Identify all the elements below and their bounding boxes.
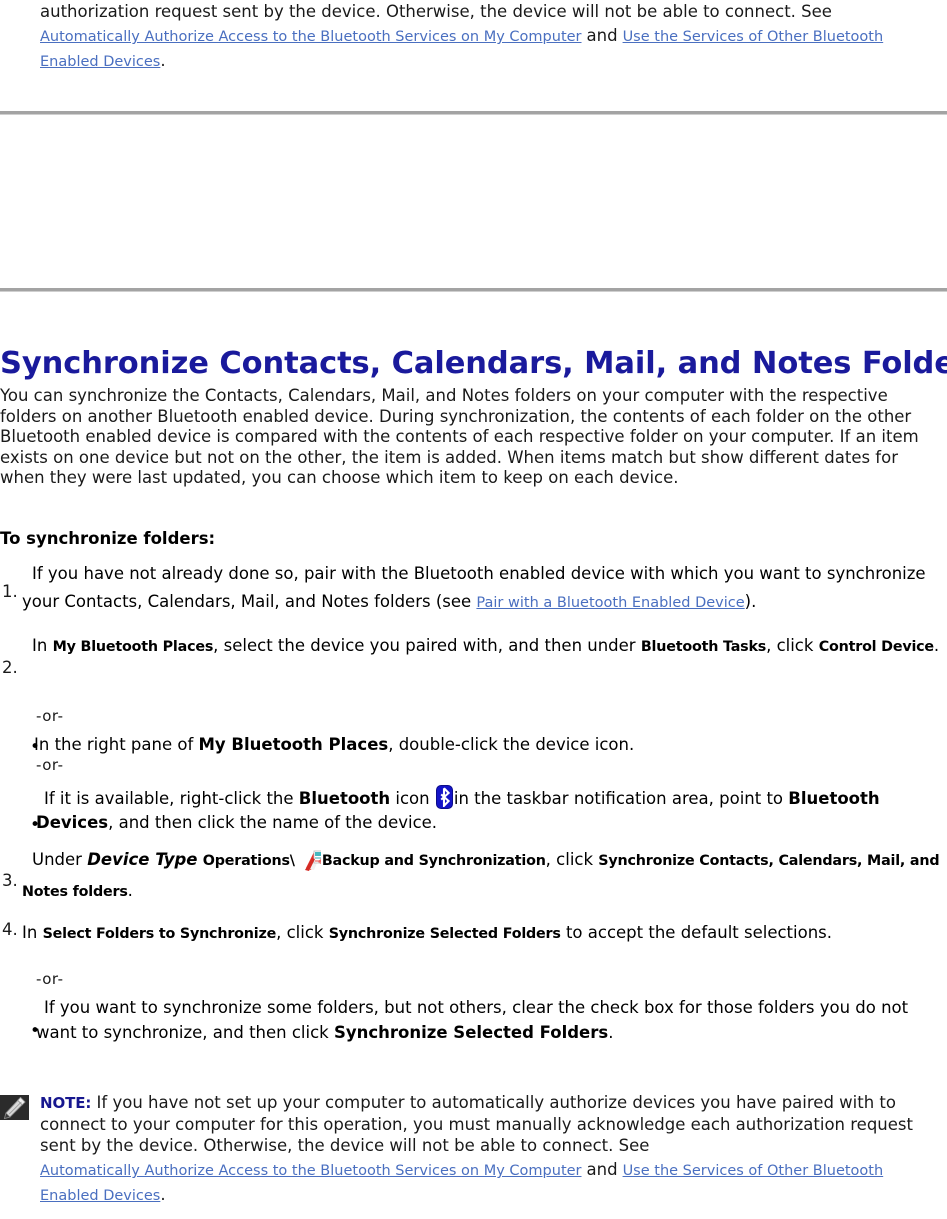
bullet-2-text-c: in the taskbar notification area, point … xyxy=(453,789,789,808)
step-2-text-b: , select the device you paired with, and… xyxy=(213,636,641,655)
intro-paragraph: You can synchronize the Contacts, Calend… xyxy=(0,386,919,487)
step-4-text-b: , click xyxy=(276,923,329,942)
step-2-text-c: , click xyxy=(766,636,819,655)
step-2-marker: 2. xyxy=(2,658,18,677)
top-note-text: authorization request sent by the device… xyxy=(40,0,930,74)
ui-label-backup-and-synchronization: Backup and Synchronization xyxy=(321,853,546,869)
step-1-text: If you have not already done so, pair wi… xyxy=(22,560,947,617)
ui-label-control-device: Control Device xyxy=(818,639,934,655)
bottom-note-period: . xyxy=(160,1185,166,1204)
top-note-continuation: authorization request sent by the device… xyxy=(0,0,947,74)
ui-label-device-type: Device Type xyxy=(87,850,198,869)
bottom-note-body: NOTE: If you have not set up your comput… xyxy=(40,1092,930,1208)
ui-label-select-folders-to-synchronize: Select Folders to Synchronize xyxy=(42,926,277,942)
step-4-text-c: to accept the default selections. xyxy=(560,923,832,942)
step-2-text-a: In xyxy=(32,636,53,655)
bottom-note-links-line: Automatically Authorize Access to the Bl… xyxy=(40,1158,930,1208)
or-separator-3: -or- xyxy=(36,970,64,988)
step-4-marker: 4. xyxy=(2,920,18,939)
bullet-1-marker: • xyxy=(30,737,41,757)
note-keyword: NOTE: xyxy=(40,1094,92,1112)
divider-rule-bottom xyxy=(0,288,947,292)
bullet-3-text-b: . xyxy=(608,1023,614,1042)
pencil-note-icon xyxy=(0,1095,29,1120)
operations-backup-sync-icon xyxy=(295,850,321,872)
bullet-2: • If it is available, right-click the Bl… xyxy=(0,785,947,835)
page-title: Synchronize Contacts, Calendars, Mail, a… xyxy=(0,346,947,382)
howto-label: To synchronize folders: xyxy=(0,529,216,548)
ui-label-bluetooth: Bluetooth xyxy=(298,789,391,808)
step-2: 2. In My Bluetooth Places, select the de… xyxy=(0,632,947,677)
help-document-page: authorization request sent by the device… xyxy=(0,0,947,1219)
bottom-note-conjunction: and xyxy=(586,1160,618,1179)
or-separator-1: -or- xyxy=(36,707,64,725)
bluetooth-icon xyxy=(435,785,453,809)
bullet-2-text-a: If it is available, right-click the xyxy=(44,789,299,808)
bullet-2-marker: • xyxy=(30,815,41,835)
step-2-text-d: . xyxy=(933,636,940,655)
ui-label-synchronize-selected-folders: Synchronize Selected Folders xyxy=(328,926,561,942)
step-4-text: In Select Folders to Synchronize, click … xyxy=(22,920,947,947)
bullet-2-text: If it is available, right-click the Blue… xyxy=(36,785,941,835)
step-1: 1. If you have not already done so, pair… xyxy=(0,560,947,617)
step-3-text: Under Device Type Operations\ Backup and … xyxy=(22,845,947,907)
link-auto-authorize[interactable]: Automatically Authorize Access to the Bl… xyxy=(40,29,582,45)
top-note-conjunction: and xyxy=(586,26,618,45)
top-note-links-line: Automatically Authorize Access to the Bl… xyxy=(40,24,930,74)
link-auto-authorize-2[interactable]: Automatically Authorize Access to the Bl… xyxy=(40,1163,582,1179)
divider-rule-top xyxy=(0,111,947,115)
bullet-2-text-b: icon xyxy=(390,789,435,808)
bullet-1-text-b: , double-click the device icon. xyxy=(388,735,635,754)
step-1-text-b: ). xyxy=(744,592,757,611)
bullet-2-text-d: , and then click the name of the device. xyxy=(108,813,438,832)
step-4-text-a: In xyxy=(22,923,43,942)
ui-label-operations: Operations\ xyxy=(202,853,295,869)
or-separator-2: -or- xyxy=(36,756,64,774)
bullet-3: • If you want to synchronize some folder… xyxy=(0,995,947,1045)
bullet-3-marker: • xyxy=(30,1021,41,1041)
step-3: 3. Under Device Type Operations\ Backup a… xyxy=(0,845,947,907)
bottom-note: NOTE: If you have not set up your comput… xyxy=(0,1092,947,1208)
step-2-text: In My Bluetooth Places, select the devic… xyxy=(22,632,947,661)
step-3-text-b: , click xyxy=(545,850,599,869)
step-4: 4. In Select Folders to Synchronize, cli… xyxy=(0,920,947,947)
ui-label-my-bluetooth-places: My Bluetooth Places xyxy=(52,639,214,655)
ui-label-my-bluetooth-places-2: My Bluetooth Places xyxy=(198,735,389,754)
bottom-note-text: If you have not set up your computer to … xyxy=(40,1093,913,1155)
step-1-text-a: If you have not already done so, pair wi… xyxy=(22,564,926,611)
top-note-line-1: authorization request sent by the device… xyxy=(40,2,832,21)
step-3-text-c: . xyxy=(127,881,133,900)
bullet-1-text-a: In the right pane of xyxy=(34,735,199,754)
step-3-marker: 3. xyxy=(2,871,18,890)
step-1-marker: 1. xyxy=(2,582,18,601)
intro-paragraph-container: You can synchronize the Contacts, Calend… xyxy=(0,386,947,489)
bullet-3-text: If you want to synchronize some folders,… xyxy=(36,995,941,1045)
top-note-period: . xyxy=(160,51,166,70)
bullet-1: • In the right pane of My Bluetooth Plac… xyxy=(0,733,947,757)
link-pair-with-device[interactable]: Pair with a Bluetooth Enabled Device xyxy=(476,595,744,611)
ui-label-bluetooth-tasks: Bluetooth Tasks xyxy=(640,639,767,655)
step-3-text-a: Under xyxy=(32,850,88,869)
bullet-1-text: In the right pane of My Bluetooth Places… xyxy=(34,733,939,757)
ui-label-synchronize-selected-folders-2: Synchronize Selected Folders xyxy=(333,1023,609,1042)
